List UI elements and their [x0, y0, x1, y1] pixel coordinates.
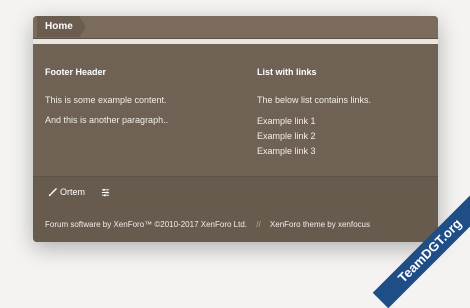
footer-header: Footer Header — [45, 67, 107, 77]
breadcrumb-bar: Home — [33, 16, 438, 39]
footer-paragraph: This is some example content. — [45, 95, 167, 105]
example-link-1[interactable]: Example link 1 — [257, 116, 427, 126]
footer-column-right: List with links The below list contains … — [257, 67, 427, 161]
breadcrumb-arrow-icon — [79, 16, 86, 38]
copyright-link[interactable]: Forum software by XenForo™ ©2010-2017 Xe… — [45, 220, 247, 229]
legal-divider: // — [256, 220, 261, 229]
links-header: List with links — [257, 67, 317, 77]
footer-paragraph: And this is another paragraph.. — [45, 115, 169, 125]
paint-brush-icon — [48, 187, 57, 196]
style-chooser-label: Ortem — [60, 187, 86, 197]
style-chooser-button[interactable]: Ortem — [48, 187, 85, 197]
example-link-3[interactable]: Example link 3 — [257, 146, 427, 156]
divider-strip — [33, 39, 438, 44]
footer-column-left: Footer Header This is some example conte… — [45, 67, 235, 135]
sliders-icon[interactable] — [101, 188, 110, 197]
footer-bottom-bar: Ortem Forum software by XenForo™ ©2010-2… — [33, 177, 438, 242]
links-intro: The below list contains links. — [257, 95, 372, 105]
legal-row: Forum software by XenForo™ ©2010-2017 Xe… — [45, 220, 370, 229]
theme-credit-link[interactable]: XenForo theme by xenfocus — [270, 220, 370, 229]
footer-card: Home Footer Header This is some example … — [33, 16, 438, 242]
example-link-2[interactable]: Example link 2 — [257, 131, 427, 141]
breadcrumb-home[interactable]: Home — [37, 16, 79, 37]
